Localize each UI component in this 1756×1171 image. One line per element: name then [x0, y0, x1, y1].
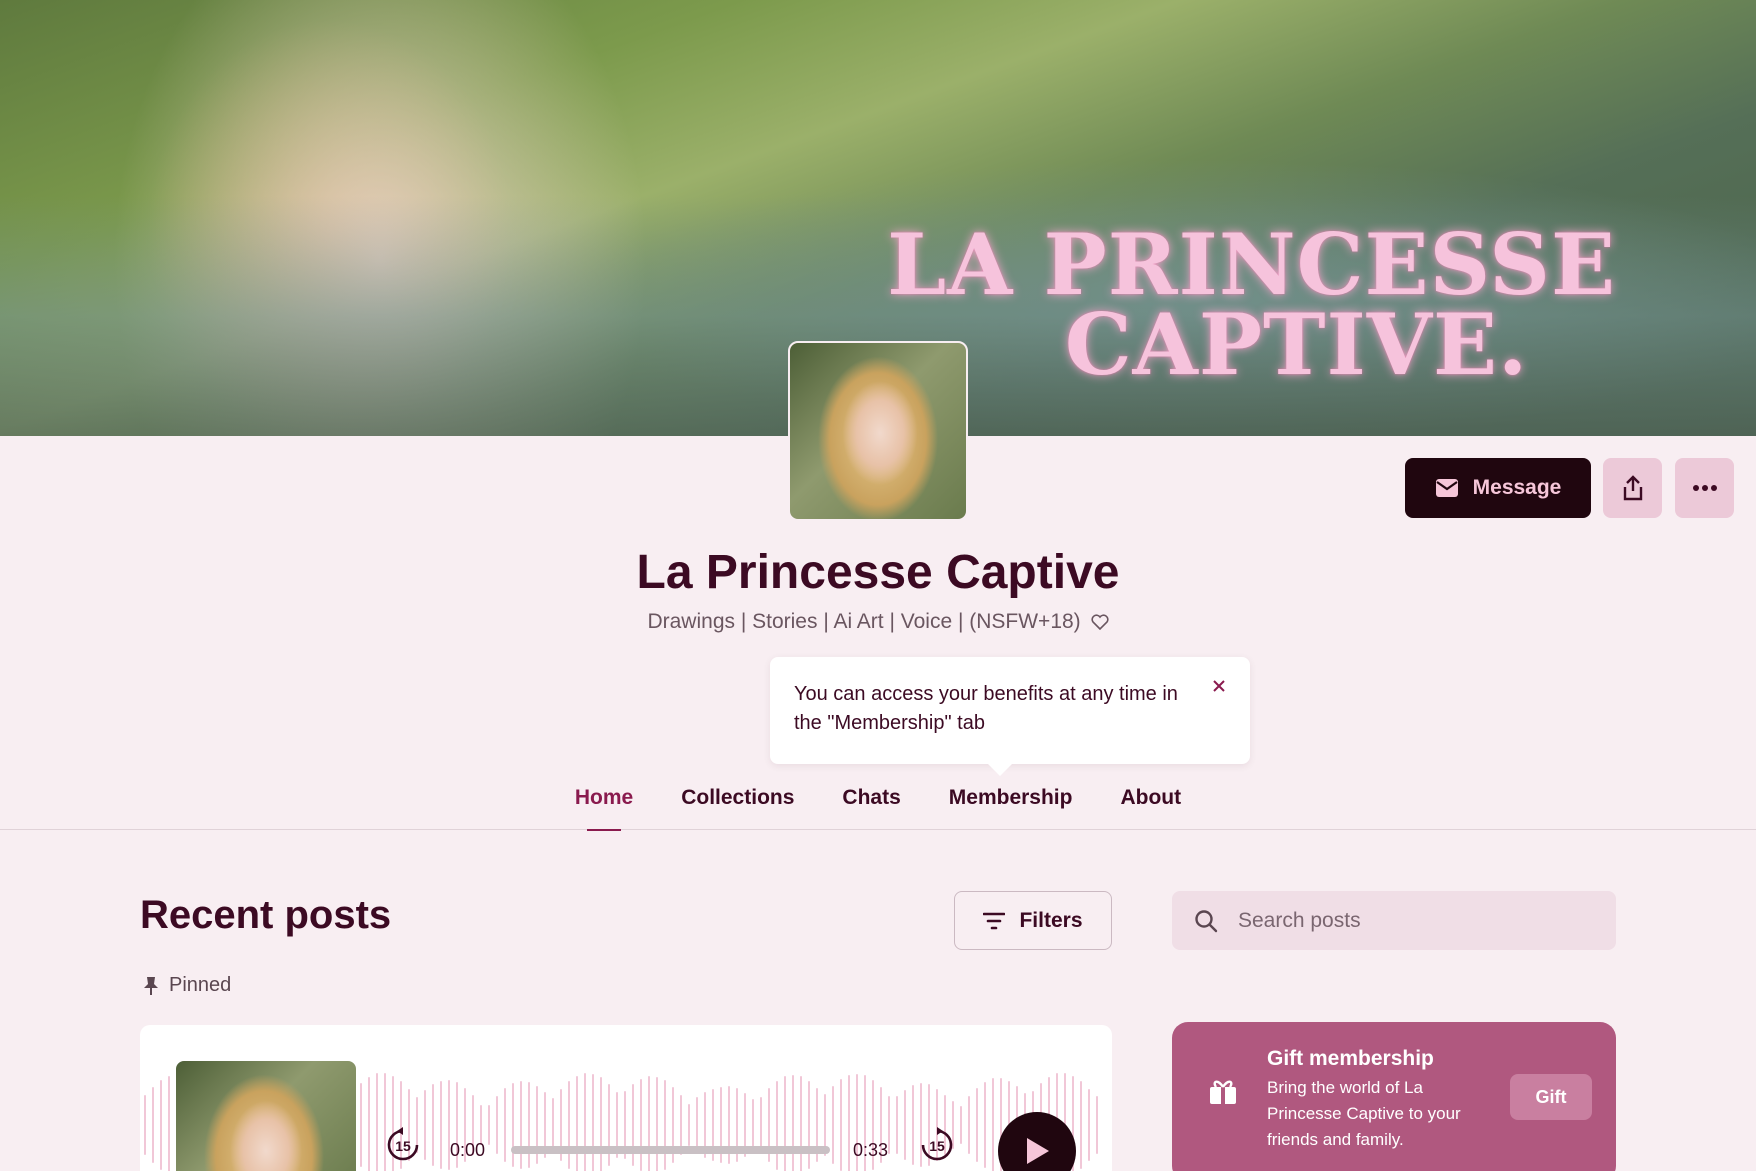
banner-title-line2: CAPTIVE. — [1064, 294, 1529, 394]
waveform-bar — [784, 1076, 786, 1171]
waveform-bar — [488, 1105, 490, 1145]
waveform-bar — [576, 1075, 578, 1171]
tooltip-text: You can access your benefits at any time… — [794, 683, 1178, 734]
tab-bar: Home Collections Chats Membership About — [0, 786, 1756, 831]
creator-name: La Princesse Captive — [636, 546, 1120, 599]
waveform-bar — [760, 1096, 762, 1154]
waveform-bar — [440, 1080, 442, 1170]
creator-tagline-text: Drawings | Stories | Ai Art | Voice | (N… — [647, 610, 1081, 633]
waveform-bar — [808, 1081, 810, 1169]
waveform-bar — [688, 1103, 690, 1147]
creator-tagline: Drawings | Stories | Ai Art | Voice | (N… — [0, 610, 1756, 634]
waveform-bar — [360, 1083, 362, 1167]
skip-back-15-icon[interactable]: 15 — [384, 1126, 422, 1164]
waveform-bar — [168, 1075, 170, 1171]
waveform-bar — [528, 1081, 530, 1168]
waveform-bar — [840, 1079, 842, 1171]
recent-posts-heading: Recent posts — [140, 893, 392, 937]
waveform-bar — [848, 1075, 850, 1171]
waveform-bar — [832, 1086, 834, 1164]
pinned-label: Pinned — [143, 974, 231, 997]
audio-duration: 0:33 — [853, 1140, 889, 1160]
waveform-bar — [152, 1086, 154, 1164]
search-posts-box[interactable] — [1172, 891, 1616, 950]
tab-home[interactable]: Home — [575, 786, 633, 831]
play-icon — [1027, 1138, 1049, 1164]
message-button[interactable]: Message — [1405, 458, 1591, 518]
banner-title: LA PRINCESSE CAPTIVE. — [887, 215, 1616, 394]
waveform-bar — [752, 1099, 754, 1151]
membership-tooltip: You can access your benefits at any time… — [770, 657, 1250, 776]
waveform-bar — [648, 1076, 650, 1171]
waveform-bar — [800, 1076, 802, 1171]
waveform-bar — [984, 1081, 986, 1169]
waveform-bar — [600, 1077, 602, 1171]
more-options-button[interactable] — [1675, 458, 1734, 518]
search-icon — [1195, 909, 1218, 932]
waveform-bar — [912, 1085, 914, 1165]
waveform-bar — [992, 1078, 994, 1171]
close-icon — [1213, 680, 1225, 692]
envelope-icon — [1435, 479, 1458, 497]
waveform-bar — [368, 1076, 370, 1171]
waveform-bar — [376, 1073, 378, 1171]
waveform-bar — [584, 1072, 586, 1171]
waveform-bar — [504, 1088, 506, 1162]
gift-title: Gift membership — [1267, 1047, 1434, 1070]
tab-chats[interactable]: Chats — [842, 786, 900, 830]
waveform-bar — [160, 1080, 162, 1170]
search-input[interactable] — [1238, 908, 1568, 933]
waveform-bar — [1096, 1095, 1098, 1155]
waveform-bar — [520, 1081, 522, 1169]
gift-membership-card: Gift membership Bring the world of La Pr… — [1172, 1022, 1616, 1171]
waveform-bar — [792, 1074, 794, 1171]
audio-progress-bar[interactable] — [511, 1146, 830, 1154]
waveform-bar — [496, 1095, 498, 1155]
waveform-bar — [1080, 1081, 1082, 1169]
tab-membership[interactable]: Membership — [949, 786, 1073, 830]
waveform-bar — [640, 1078, 642, 1171]
waveform-bar — [424, 1090, 426, 1160]
skip-forward-15-icon[interactable]: 15 — [918, 1126, 956, 1164]
gift-icon — [1210, 1080, 1236, 1104]
waveform-bar — [776, 1080, 778, 1170]
waveform-bar — [432, 1084, 434, 1166]
filter-icon — [983, 912, 1006, 929]
pinned-text: Pinned — [169, 974, 232, 996]
tab-collections[interactable]: Collections — [681, 786, 794, 830]
banner-title-line1: LA PRINCESSE — [887, 215, 1616, 314]
gift-description: Bring the world of La Princesse Captive … — [1267, 1078, 1461, 1149]
waveform-bar — [896, 1095, 898, 1155]
waveform-bar — [664, 1080, 666, 1170]
avatar[interactable] — [788, 341, 968, 521]
waveform-bar — [552, 1097, 554, 1153]
message-button-label: Message — [1472, 476, 1562, 499]
waveform-bar — [568, 1081, 570, 1169]
heart-outline-icon — [1090, 614, 1109, 631]
skip-forward-label: 15 — [929, 1138, 945, 1154]
waveform-bar — [976, 1087, 978, 1163]
share-button[interactable] — [1603, 458, 1662, 518]
waveform-bar — [696, 1097, 698, 1153]
gift-button[interactable]: Gift — [1510, 1074, 1592, 1120]
waveform-bar — [904, 1089, 906, 1161]
filters-button-label: Filters — [1019, 908, 1083, 932]
waveform-bar — [960, 1105, 962, 1145]
post-thumbnail[interactable] — [176, 1061, 356, 1171]
waveform-bar — [144, 1095, 146, 1155]
audio-current-time: 0:00 — [450, 1140, 486, 1160]
waveform-bar — [512, 1083, 514, 1167]
share-icon — [1623, 475, 1642, 501]
waveform-bar — [888, 1096, 890, 1154]
waveform-bar — [656, 1076, 658, 1171]
filters-button[interactable]: Filters — [954, 891, 1112, 950]
tab-about[interactable]: About — [1120, 786, 1181, 830]
waveform-bar — [592, 1073, 594, 1171]
tooltip-close-button[interactable] — [1208, 675, 1230, 697]
more-horizontal-icon — [1692, 485, 1717, 491]
pin-icon — [144, 976, 158, 995]
skip-back-label: 15 — [395, 1138, 411, 1154]
waveform-bar — [1088, 1089, 1090, 1161]
waveform-bar — [968, 1096, 970, 1154]
